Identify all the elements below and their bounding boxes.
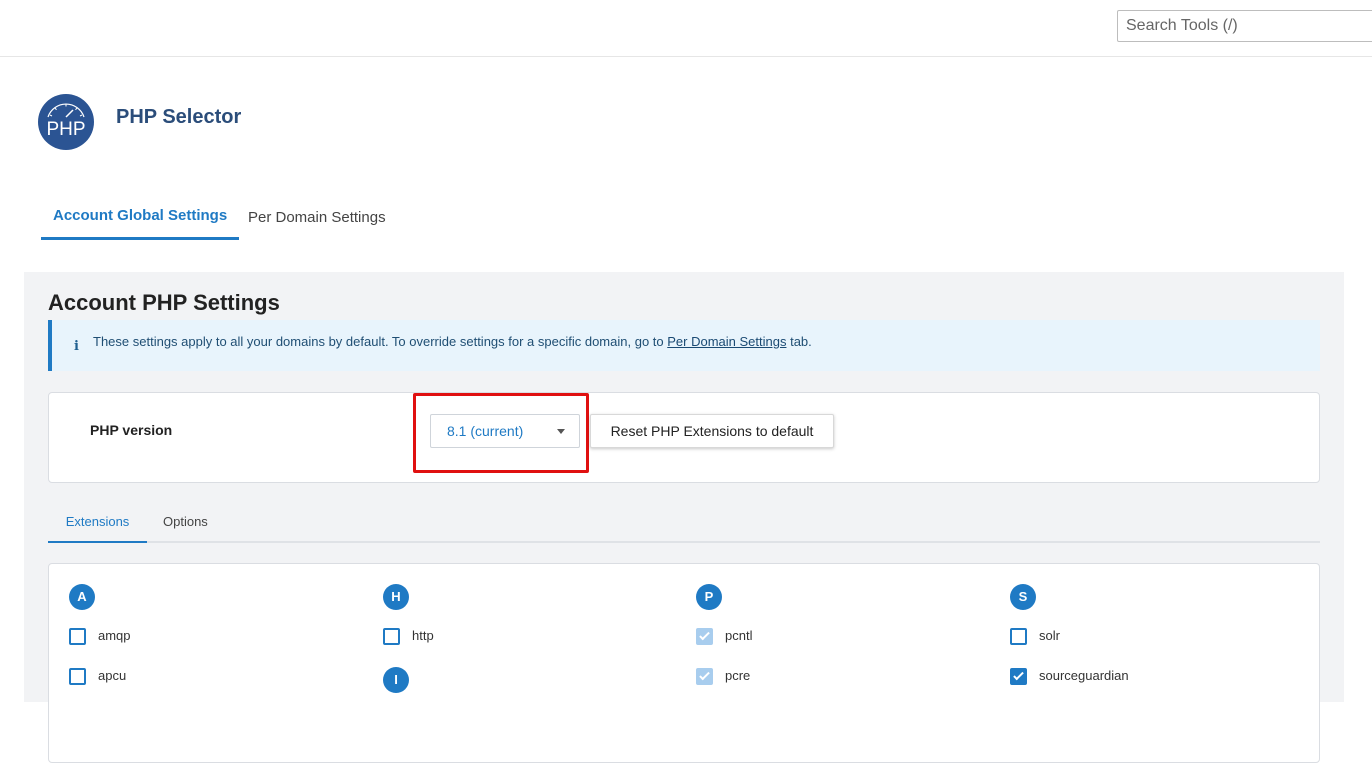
php-version-label: PHP version xyxy=(90,422,173,438)
info-text: These settings apply to all your domains… xyxy=(93,334,812,349)
section-title: Account PHP Settings xyxy=(48,290,280,315)
settings-panel: Account PHP Settings i These settings ap… xyxy=(24,272,1344,763)
letter-badge-i: I xyxy=(383,667,409,693)
extension-label: pcntl xyxy=(725,628,753,643)
extensions-list: A amqp apcu H http I P pcntl pcre S solr… xyxy=(48,563,1320,763)
per-domain-settings-link[interactable]: Per Domain Settings xyxy=(667,334,786,349)
php-version-value: 8.1 (current) xyxy=(447,423,524,439)
checkbox-sourceguardian[interactable] xyxy=(1010,668,1027,685)
extension-label: solr xyxy=(1039,628,1060,643)
checkbox-pcntl xyxy=(696,628,713,645)
extension-label: pcre xyxy=(725,668,751,683)
info-notice: i These settings apply to all your domai… xyxy=(48,320,1320,371)
checkbox-apcu[interactable] xyxy=(69,668,86,685)
info-icon: i xyxy=(74,339,79,354)
checkbox-http[interactable] xyxy=(383,628,400,645)
tab-extensions[interactable]: Extensions xyxy=(48,503,147,543)
checkbox-pcre xyxy=(696,668,713,685)
checkbox-solr[interactable] xyxy=(1010,628,1027,645)
letter-badge-s: S xyxy=(1010,584,1036,610)
letter-badge-p: P xyxy=(696,584,722,610)
tab-account-global-settings[interactable]: Account Global Settings xyxy=(41,200,240,240)
extension-label: http xyxy=(412,628,434,643)
info-text-before: These settings apply to all your domains… xyxy=(93,334,668,349)
extension-label: amqp xyxy=(98,628,131,643)
logo-text: PHP xyxy=(46,119,85,140)
php-version-card: PHP version 8.1 (current) Reset PHP Exte… xyxy=(48,392,1320,483)
letter-badge-h: H xyxy=(383,584,409,610)
extension-label: apcu xyxy=(98,668,127,683)
caret-down-icon xyxy=(557,429,565,434)
tab-per-domain-settings[interactable]: Per Domain Settings xyxy=(242,202,392,242)
php-version-select[interactable]: 8.1 (current) xyxy=(430,414,580,448)
page-title: PHP Selector xyxy=(116,106,242,128)
sub-tabs: Extensions Options xyxy=(48,503,1320,543)
tab-options[interactable]: Options xyxy=(163,503,208,543)
search-tools-input[interactable] xyxy=(1117,10,1372,42)
checkbox-amqp[interactable] xyxy=(69,628,86,645)
extension-label: sourceguardian xyxy=(1039,668,1129,683)
letter-badge-a: A xyxy=(69,584,95,610)
reset-extensions-button[interactable]: Reset PHP Extensions to default xyxy=(590,414,834,448)
php-selector-logo-icon: PHP xyxy=(38,94,94,150)
info-text-after: tab. xyxy=(786,334,812,349)
top-bar xyxy=(0,0,1372,57)
